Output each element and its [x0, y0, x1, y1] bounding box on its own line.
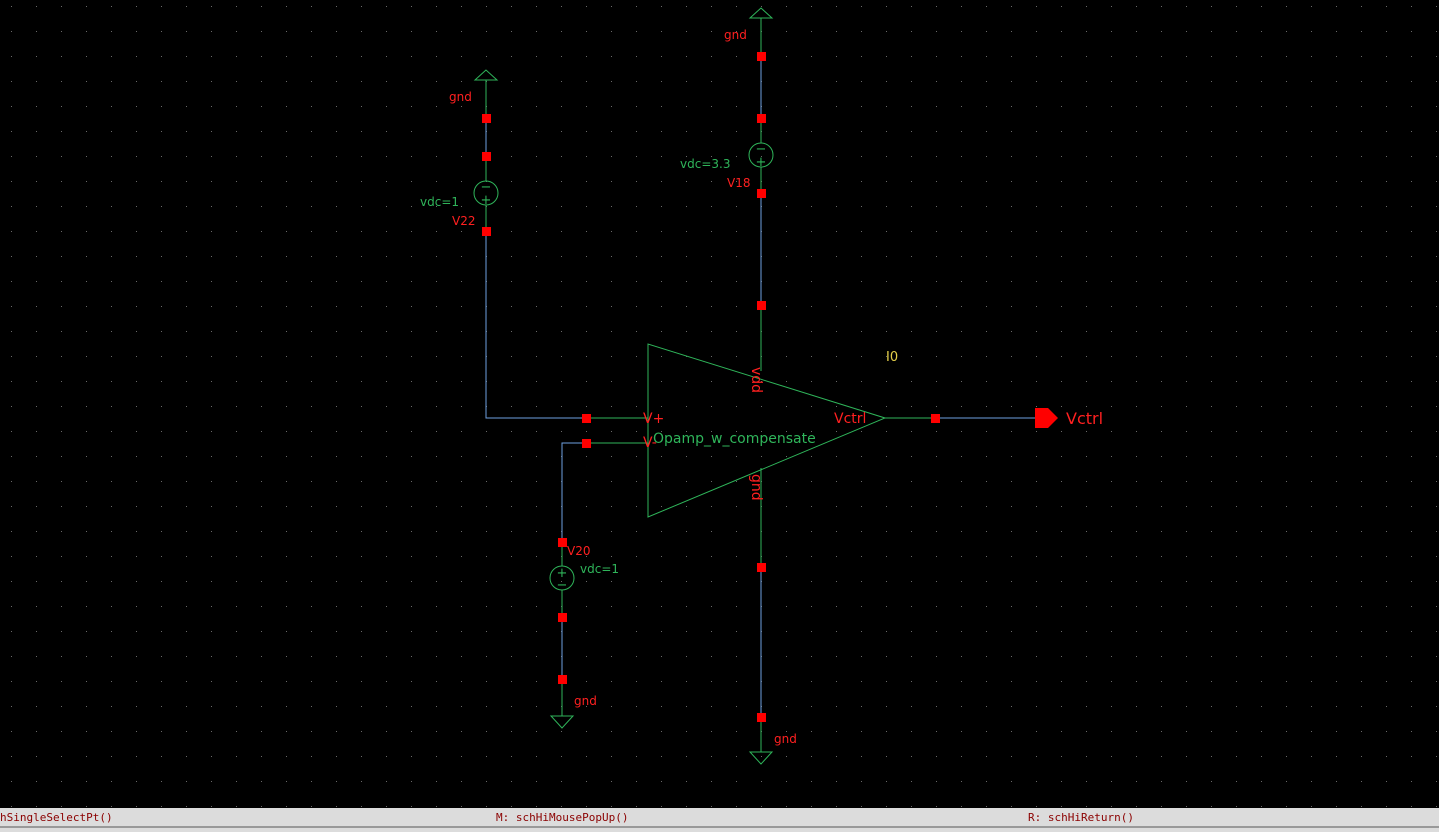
source-name: V18: [727, 176, 750, 190]
schematic-canvas[interactable]: − + − + + − gnd vdc=1 V22 gnd vdc=3.3 V1…: [0, 0, 1439, 808]
output-pin-label: Vctrl: [1066, 409, 1103, 428]
instance-name: I0: [886, 350, 898, 365]
source-param: vdc=1: [580, 562, 619, 576]
ground-label: gnd: [449, 90, 472, 104]
mouse-binding-status-bar: hSingleSelectPt() M: schHiMousePopUp() R…: [0, 808, 1439, 828]
middle-mouse-binding: M: schHiMousePopUp(): [496, 811, 629, 824]
grid-dots: [0, 0, 1439, 808]
minus-sign: −: [557, 578, 568, 593]
cell-name: Opamp_w_compensate: [653, 431, 816, 447]
pin-label-gnd: gnd: [748, 474, 764, 501]
right-mouse-binding: R: schHiReturn(): [1028, 811, 1134, 824]
source-param: vdc=3.3: [680, 157, 730, 171]
ground-label: gnd: [774, 732, 797, 746]
source-name: V22: [452, 214, 475, 228]
source-param: vdc=1: [420, 195, 459, 209]
plus-sign: +: [756, 155, 767, 170]
pin-label-vdd: vdd: [748, 367, 764, 393]
ground-label: gnd: [724, 28, 747, 42]
ground-label: gnd: [574, 694, 597, 708]
left-mouse-binding: hSingleSelectPt(): [0, 811, 113, 824]
plus-sign: +: [481, 193, 492, 208]
source-name: V20: [567, 544, 590, 558]
pin-label-out: Vctrl: [834, 411, 866, 427]
pin-label-vplus: V+: [643, 411, 664, 427]
status-bar-bottom: [0, 828, 1439, 832]
